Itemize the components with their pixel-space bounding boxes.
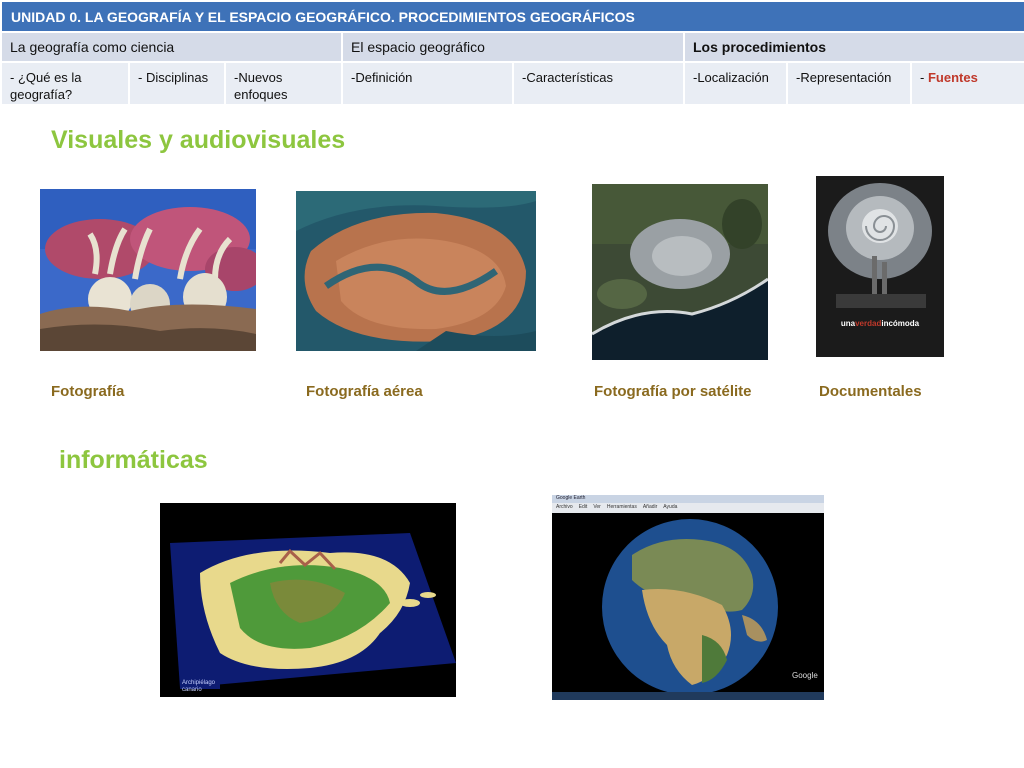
earth-menu-item[interactable]: Ver	[593, 504, 601, 510]
subsection-what-is-geography[interactable]: - ¿Qué es la geografía?	[0, 61, 130, 106]
section-link[interactable]: La geografía como ciencia	[10, 39, 174, 55]
subsection-sources-label: Fuentes	[927, 70, 978, 85]
google-earth-screenshot: Google Earth Archivo Edit Ver Herramient…	[552, 495, 824, 700]
google-logo: Google	[792, 671, 818, 680]
poster-title-part2: verdad	[855, 319, 882, 328]
digital-heading: informáticas	[59, 446, 208, 474]
poster-title: unaverdadincómoda	[816, 319, 944, 328]
section-link[interactable]: El espacio geográfico	[351, 39, 485, 55]
navigation-table: UNIDAD 0. LA GEOGRAFÍA Y EL ESPACIO GEOG…	[0, 0, 1024, 106]
subsection-link[interactable]: -Definición	[351, 70, 412, 85]
relief-map-label: Archipiélago canario	[182, 680, 216, 693]
satellite-photograph-image	[592, 184, 768, 360]
unit-title: UNIDAD 0. LA GEOGRAFÍA Y EL ESPACIO GEOG…	[0, 0, 1024, 33]
caption-documentaries: Documentales	[819, 383, 922, 400]
documentary-poster-image: unaverdadincómoda	[816, 176, 944, 357]
caption-satellite-photograph: Fotografía por satélite	[594, 383, 752, 400]
poster-title-part1: una	[840, 319, 856, 328]
subsection-link[interactable]: - ¿Qué es la geografía?	[10, 70, 82, 102]
subsection-characteristics[interactable]: -Características	[512, 61, 685, 106]
subsection-new-approaches[interactable]: -Nuevos enfoques	[224, 61, 343, 106]
earth-menu-item[interactable]: Edit	[579, 504, 588, 510]
subsection-location[interactable]: -Localización	[683, 61, 788, 106]
poster-title-part3: incómoda	[881, 319, 920, 328]
subsection-link[interactable]: -Localización	[693, 70, 769, 85]
earth-menu-bar: Archivo Edit Ver Herramientas Añadir Ayu…	[556, 504, 677, 510]
section-geographic-space[interactable]: El espacio geográfico	[341, 31, 685, 63]
subsection-definition[interactable]: -Definición	[341, 61, 514, 106]
caption-photograph: Fotografía	[51, 383, 125, 400]
earth-window-title: Google Earth	[556, 495, 586, 501]
subsection-link[interactable]: - Disciplinas	[138, 70, 208, 85]
section-procedures[interactable]: Los procedimientos	[682, 31, 1024, 63]
earth-menu-item[interactable]: Herramientas	[607, 504, 637, 510]
subsection-disciplines[interactable]: - Disciplinas	[128, 61, 226, 106]
earth-menu-item[interactable]: Ayuda	[663, 504, 677, 510]
earth-menu-item[interactable]: Añadir	[643, 504, 657, 510]
relief-map-image: Archipiélago canario	[160, 503, 456, 697]
caption-aerial-photograph: Fotografía aérea	[306, 383, 423, 400]
photograph-image	[40, 189, 256, 351]
aerial-photograph-image	[296, 191, 536, 351]
visual-heading: Visuales y audiovisuales	[51, 126, 346, 154]
earth-menu-item[interactable]: Archivo	[556, 504, 573, 510]
subsection-sources[interactable]: - Fuentes	[909, 61, 1024, 106]
subsection-link[interactable]: -Representación	[796, 70, 891, 85]
subsection-link[interactable]: -Características	[522, 70, 613, 85]
subsection-link[interactable]: -Nuevos enfoques	[234, 70, 288, 102]
section-geography-science[interactable]: La geografía como ciencia	[0, 31, 343, 63]
section-link[interactable]: Los procedimientos	[693, 39, 826, 55]
subsection-prefix: -	[920, 70, 928, 85]
subsection-link[interactable]: - Fuentes	[920, 70, 978, 85]
subsection-representation[interactable]: -Representación	[786, 61, 912, 106]
